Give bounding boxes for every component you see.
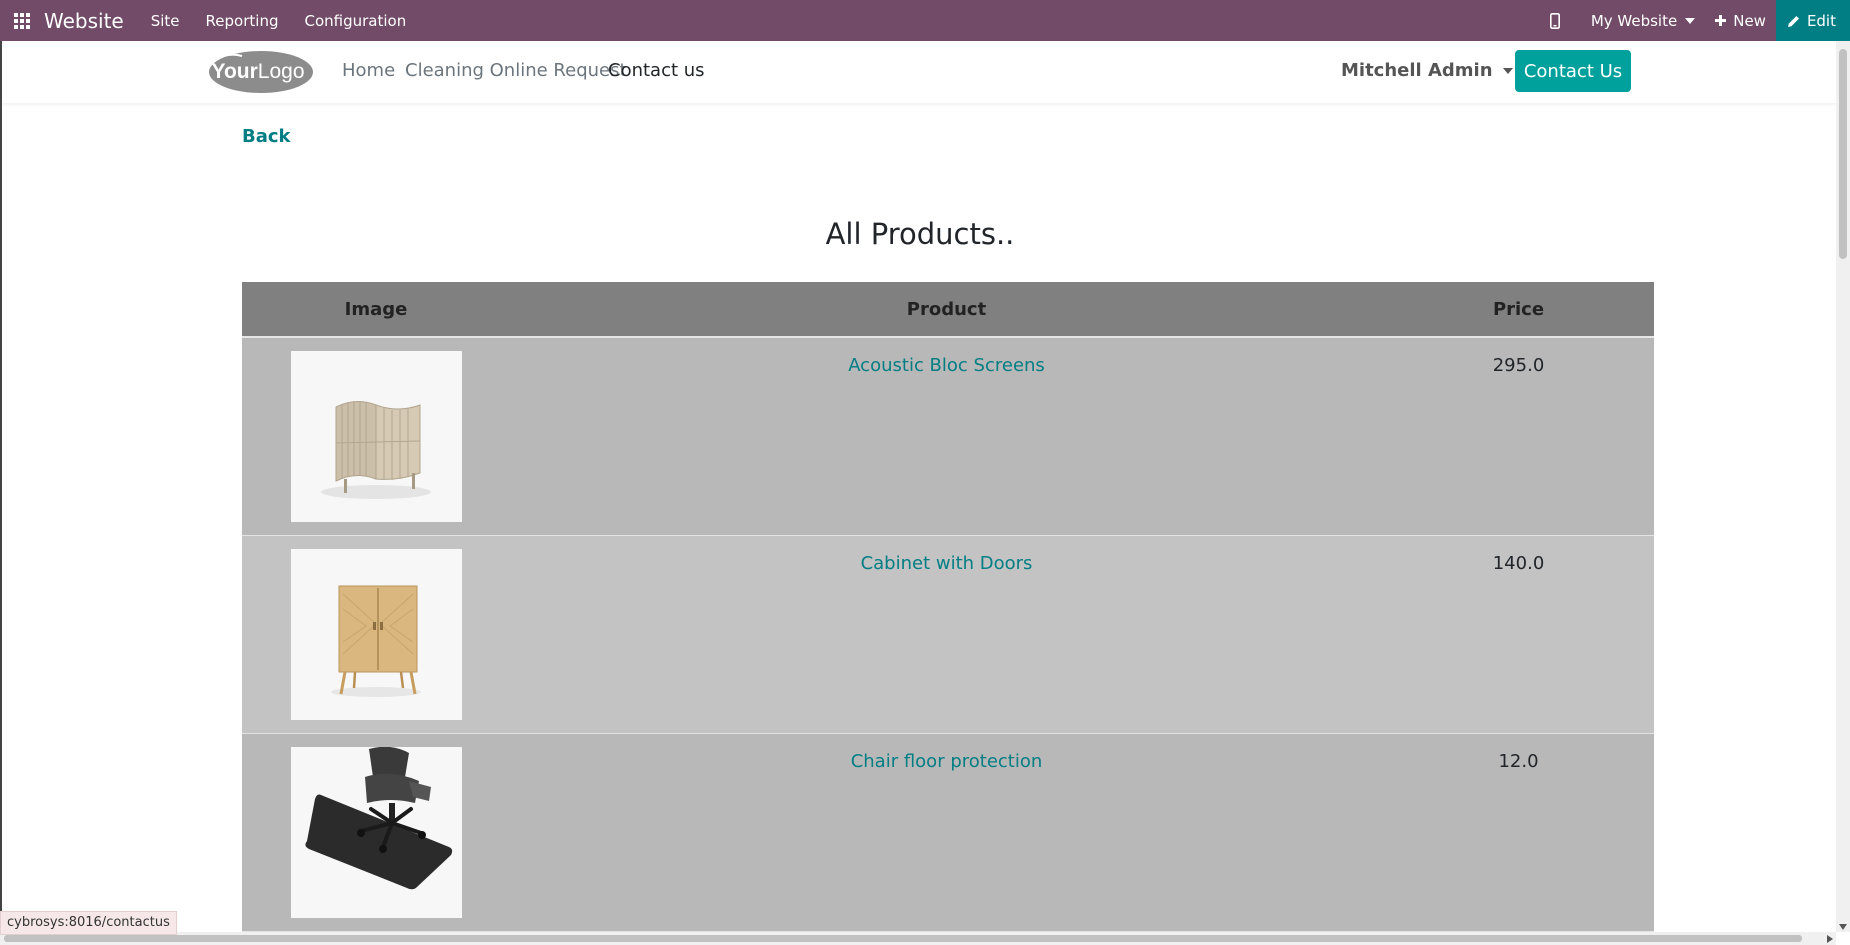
mobile-phone-icon	[1549, 12, 1560, 29]
contact-us-button[interactable]: Contact Us	[1515, 50, 1631, 92]
product-cell: Chair floor protection	[510, 733, 1383, 932]
cabinet-image	[290, 548, 462, 720]
price-cell: 140.0	[1383, 535, 1654, 734]
pencil-icon	[1787, 15, 1799, 27]
page-title: All Products..	[825, 217, 1015, 251]
menu-reporting[interactable]: Reporting	[206, 12, 279, 30]
horizontal-scrollbar[interactable]	[0, 932, 1836, 945]
price-cell: 12.0	[1383, 733, 1654, 932]
product-name-link[interactable]: Acoustic Bloc Screens	[848, 355, 1045, 376]
menu-site[interactable]: Site	[151, 12, 180, 30]
horizontal-scrollbar-thumb[interactable]	[4, 935, 1802, 942]
backend-navbar: Website Site Reporting Configuration My …	[0, 0, 1850, 41]
table-row: Cabinet with Doors 140.0	[242, 535, 1654, 734]
product-name-link[interactable]: Cabinet with Doors	[861, 553, 1033, 574]
company-logo[interactable]: YourLogo	[208, 50, 314, 94]
edit-button[interactable]: Edit	[1775, 0, 1850, 41]
image-cell	[242, 535, 510, 734]
vertical-scrollbar-thumb[interactable]	[1839, 49, 1847, 259]
column-header-image: Image	[242, 282, 510, 338]
table-row: Chair floor protection 12.0	[242, 733, 1654, 932]
menu-configuration[interactable]: Configuration	[304, 12, 406, 30]
image-cell	[242, 733, 510, 932]
status-bar-url: cybrosys:8016/contactus	[0, 911, 177, 935]
website-switcher-label: My Website	[1590, 11, 1678, 30]
website-switcher[interactable]: My Website	[1581, 0, 1705, 41]
new-button-label: New	[1733, 11, 1766, 30]
nav-home[interactable]: Home	[342, 60, 395, 81]
app-title[interactable]: Website	[44, 9, 124, 33]
product-price: 140.0	[1492, 552, 1545, 574]
user-menu[interactable]: Mitchell Admin	[1341, 60, 1513, 81]
column-header-product: Product	[510, 282, 1383, 338]
back-link[interactable]: Back	[242, 126, 291, 147]
scroll-down-arrow-icon[interactable]	[1839, 924, 1847, 930]
product-cell: Acoustic Bloc Screens	[510, 337, 1383, 536]
product-name-link[interactable]: Chair floor protection	[851, 751, 1043, 772]
svg-text:YourLogo: YourLogo	[212, 60, 305, 83]
product-cell: Cabinet with Doors	[510, 535, 1383, 734]
nav-contact-us[interactable]: Contact us	[608, 60, 705, 81]
products-table: Image Product Price Acoustic Bloc Screen…	[242, 282, 1654, 932]
plus-icon	[1715, 15, 1727, 26]
product-price: 12.0	[1498, 750, 1539, 772]
nav-cleaning-online-request[interactable]: Cleaning Online Request	[405, 60, 627, 81]
price-cell: 295.0	[1383, 337, 1654, 536]
site-header: YourLogo Home Cleaning Online Request Co…	[2, 41, 1838, 103]
chair-mat-image	[290, 746, 462, 918]
vertical-scrollbar[interactable]	[1836, 41, 1850, 932]
website-preview: YourLogo Home Cleaning Online Request Co…	[0, 41, 1850, 945]
edit-button-label: Edit	[1806, 11, 1836, 30]
chevron-down-icon	[1502, 67, 1513, 74]
user-name: Mitchell Admin	[1341, 60, 1493, 81]
mobile-preview-button[interactable]	[1540, 0, 1581, 41]
column-header-price: Price	[1383, 282, 1654, 338]
apps-menu-icon[interactable]	[0, 0, 44, 41]
new-button[interactable]: New	[1705, 0, 1776, 41]
image-cell	[242, 337, 510, 536]
acoustic-screen-image	[290, 351, 462, 522]
chevron-down-icon	[1685, 17, 1696, 24]
table-header-row: Image Product Price	[242, 282, 1654, 338]
scroll-right-arrow-icon[interactable]	[1827, 935, 1833, 943]
product-price: 295.0	[1492, 355, 1545, 376]
table-row: Acoustic Bloc Screens 295.0	[242, 337, 1654, 536]
